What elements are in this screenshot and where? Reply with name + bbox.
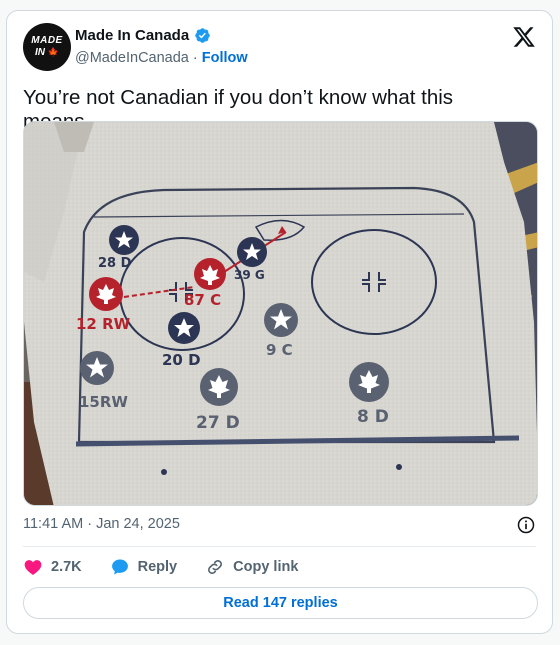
tweet-image[interactable]: 28 D 12 RW 87 C 39 G 20 D 9 C 15RW 27 D … xyxy=(23,121,538,506)
follow-button[interactable]: Follow xyxy=(202,50,248,66)
player-27d-icon xyxy=(200,368,238,406)
avatar-text-in: IN 🍁 xyxy=(35,46,59,58)
x-logo-icon[interactable] xyxy=(512,25,536,49)
handle[interactable]: @MadeInCanada xyxy=(75,50,189,66)
player-39g-icon xyxy=(237,237,267,267)
label-39g: 39 G xyxy=(234,268,265,282)
handle-row: @MadeInCanada · Follow xyxy=(75,50,248,66)
separator-dot: · xyxy=(192,50,198,66)
label-9c: 9 C xyxy=(266,341,293,359)
label-8d: 8 D xyxy=(357,407,389,427)
tweet-timestamp[interactable]: 11:41 AM · Jan 24, 2025 xyxy=(23,516,180,532)
info-icon[interactable] xyxy=(516,515,536,535)
player-8d-icon xyxy=(349,362,389,402)
player-28d-icon xyxy=(109,225,139,255)
like-button[interactable]: 2.7K xyxy=(23,557,82,577)
copy-link-button[interactable]: Copy link xyxy=(205,557,298,577)
label-12rw: 12 RW xyxy=(76,315,131,333)
reply-button[interactable]: Reply xyxy=(110,557,178,577)
copy-link-label: Copy link xyxy=(233,559,299,575)
avatar-text-made: MADE xyxy=(31,34,63,46)
label-27d: 27 D xyxy=(196,413,240,433)
verified-badge-icon xyxy=(195,28,210,43)
player-9c-icon xyxy=(264,303,298,337)
read-replies-button[interactable]: Read 147 replies xyxy=(23,587,538,619)
player-20d-icon xyxy=(168,312,200,344)
like-count: 2.7K xyxy=(51,559,82,575)
tweet-card: MADE IN 🍁 Made In Canada @MadeInCanada ·… xyxy=(6,10,553,634)
divider xyxy=(23,546,536,547)
player-87c-icon xyxy=(194,258,226,290)
reply-bubble-icon xyxy=(111,559,128,575)
hockey-shirt-image: 28 D 12 RW 87 C 39 G 20 D 9 C 15RW 27 D … xyxy=(24,122,537,505)
player-15rw-icon xyxy=(80,351,114,385)
link-icon xyxy=(208,560,223,574)
label-20d: 20 D xyxy=(162,351,201,369)
display-name[interactable]: Made In Canada xyxy=(75,27,189,44)
reply-label: Reply xyxy=(137,559,178,575)
label-28d: 28 D xyxy=(98,256,132,271)
heart-icon xyxy=(24,560,42,575)
label-15rw: 15RW xyxy=(79,393,128,411)
author-name-row: Made In Canada xyxy=(75,27,211,44)
player-12rw-icon xyxy=(89,277,123,311)
avatar[interactable]: MADE IN 🍁 xyxy=(23,23,71,71)
label-87c: 87 C xyxy=(184,291,221,309)
action-bar: 2.7K Reply Copy link xyxy=(23,556,326,578)
